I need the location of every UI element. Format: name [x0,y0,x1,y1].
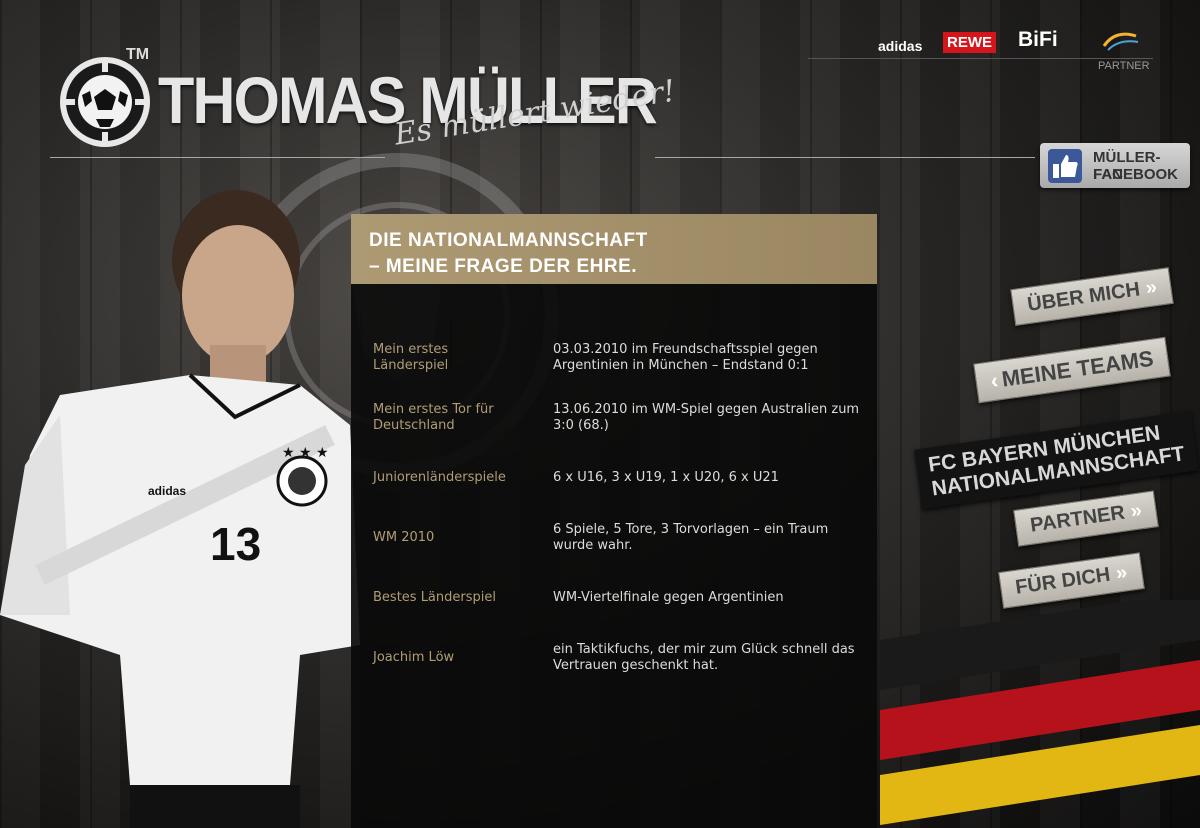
football-logo-icon [60,57,150,147]
nav-label: PARTNER [1028,501,1127,537]
nav-label: ÜBER MICH [1026,278,1142,316]
section-title-line2: – MEINE FRAGE DER EHRE. [369,256,638,277]
nav-partner[interactable]: PARTNER» [1013,490,1160,547]
arrow-right-icon: » [1114,561,1129,585]
info-label: Bestes Länderspiel [373,590,496,605]
jersey-number: 13 [210,518,261,570]
partner-label: PARTNER [1098,60,1150,72]
player-photo: ★ ★ ★ 13 adidas [0,190,360,828]
section-title-line1: DIE NATIONALMANNSCHAFT [369,230,648,251]
info-label: Mein erstes Tor für Deutschland [373,402,494,433]
partner-logos: adidas REWE BiFi PARTNER [808,24,1153,72]
facebook-fan-button[interactable]: MÜLLER-FAN FACEBOOK [1040,143,1190,188]
info-value: 6 x U16, 3 x U19, 1 x U20, 6 x U21 [553,470,779,485]
section-title: DIE NATIONALMANNSCHAFT – MEINE FRAGE DER… [351,214,877,284]
info-value: ein Taktikfuchs, der mir zum Glück schne… [553,642,855,673]
thumbs-up-icon [1048,149,1082,183]
arrow-left-icon: ‹ [988,367,1000,394]
nav-meine-teams[interactable]: ‹MEINE TEAMS [973,336,1171,404]
info-label: Mein erstes Länderspiel [373,342,449,373]
info-label: Juniorenländerspiele [373,470,506,485]
info-panel: Mein erstes Länderspiel 03.03.2010 im Fr… [351,284,877,828]
adidas-logo[interactable]: adidas [878,38,922,54]
info-label: WM 2010 [373,530,435,545]
trademark-label: TM [126,46,150,63]
info-value: 03.03.2010 im Freundschaftsspiel gegen A… [553,342,818,373]
partner-divider [808,58,1153,59]
german-flag-stripes [880,600,1200,825]
young-kings-logo-icon[interactable] [1098,28,1142,52]
nav-ueber-mich[interactable]: ÜBER MICH» [1010,267,1175,326]
nav-label: MEINE TEAMS [1000,345,1155,392]
header-divider-right [655,157,1035,158]
jersey-brand: adidas [148,484,186,498]
page: TM THOMAS MÜLLER Es müllert wieder! adid… [0,0,1200,828]
facebook-label-line2: FACEBOOK [1093,166,1179,183]
bifi-logo[interactable]: BiFi [1018,28,1058,52]
nav-submenu: FC BAYERN MÜNCHEN NATIONALMANNSCHAFT [914,410,1199,510]
arrow-right-icon: » [1129,499,1144,523]
info-label: Joachim Löw [373,650,455,665]
info-value: 13.06.2010 im WM-Spiel gegen Australien … [553,402,860,433]
arrow-right-icon: » [1144,276,1159,300]
info-value: 6 Spiele, 5 Tore, 3 Torvorlagen – ein Tr… [553,522,829,553]
info-value: WM-Viertelfinale gegen Argentinien [553,590,784,605]
header-divider-left [50,157,385,158]
rewe-logo[interactable]: REWE [943,32,996,53]
nav-label: FÜR DICH [1013,563,1112,599]
